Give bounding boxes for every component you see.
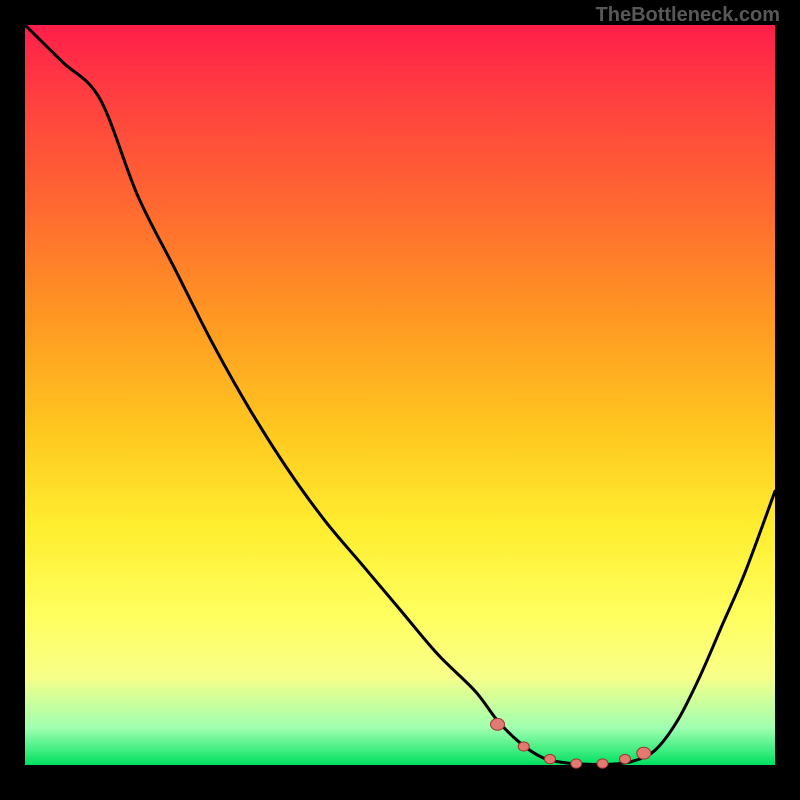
bottleneck-curve [25, 25, 775, 765]
curve-marker [571, 759, 582, 768]
curve-markers [491, 718, 651, 768]
curve-marker [637, 747, 651, 759]
curve-marker [597, 759, 608, 768]
bottleneck-curve-svg [25, 25, 775, 765]
chart-area [25, 25, 775, 765]
curve-marker [545, 754, 556, 763]
watermark-text: TheBottleneck.com [596, 4, 780, 27]
curve-marker [491, 718, 505, 730]
curve-marker [620, 754, 631, 763]
curve-marker [518, 742, 529, 751]
